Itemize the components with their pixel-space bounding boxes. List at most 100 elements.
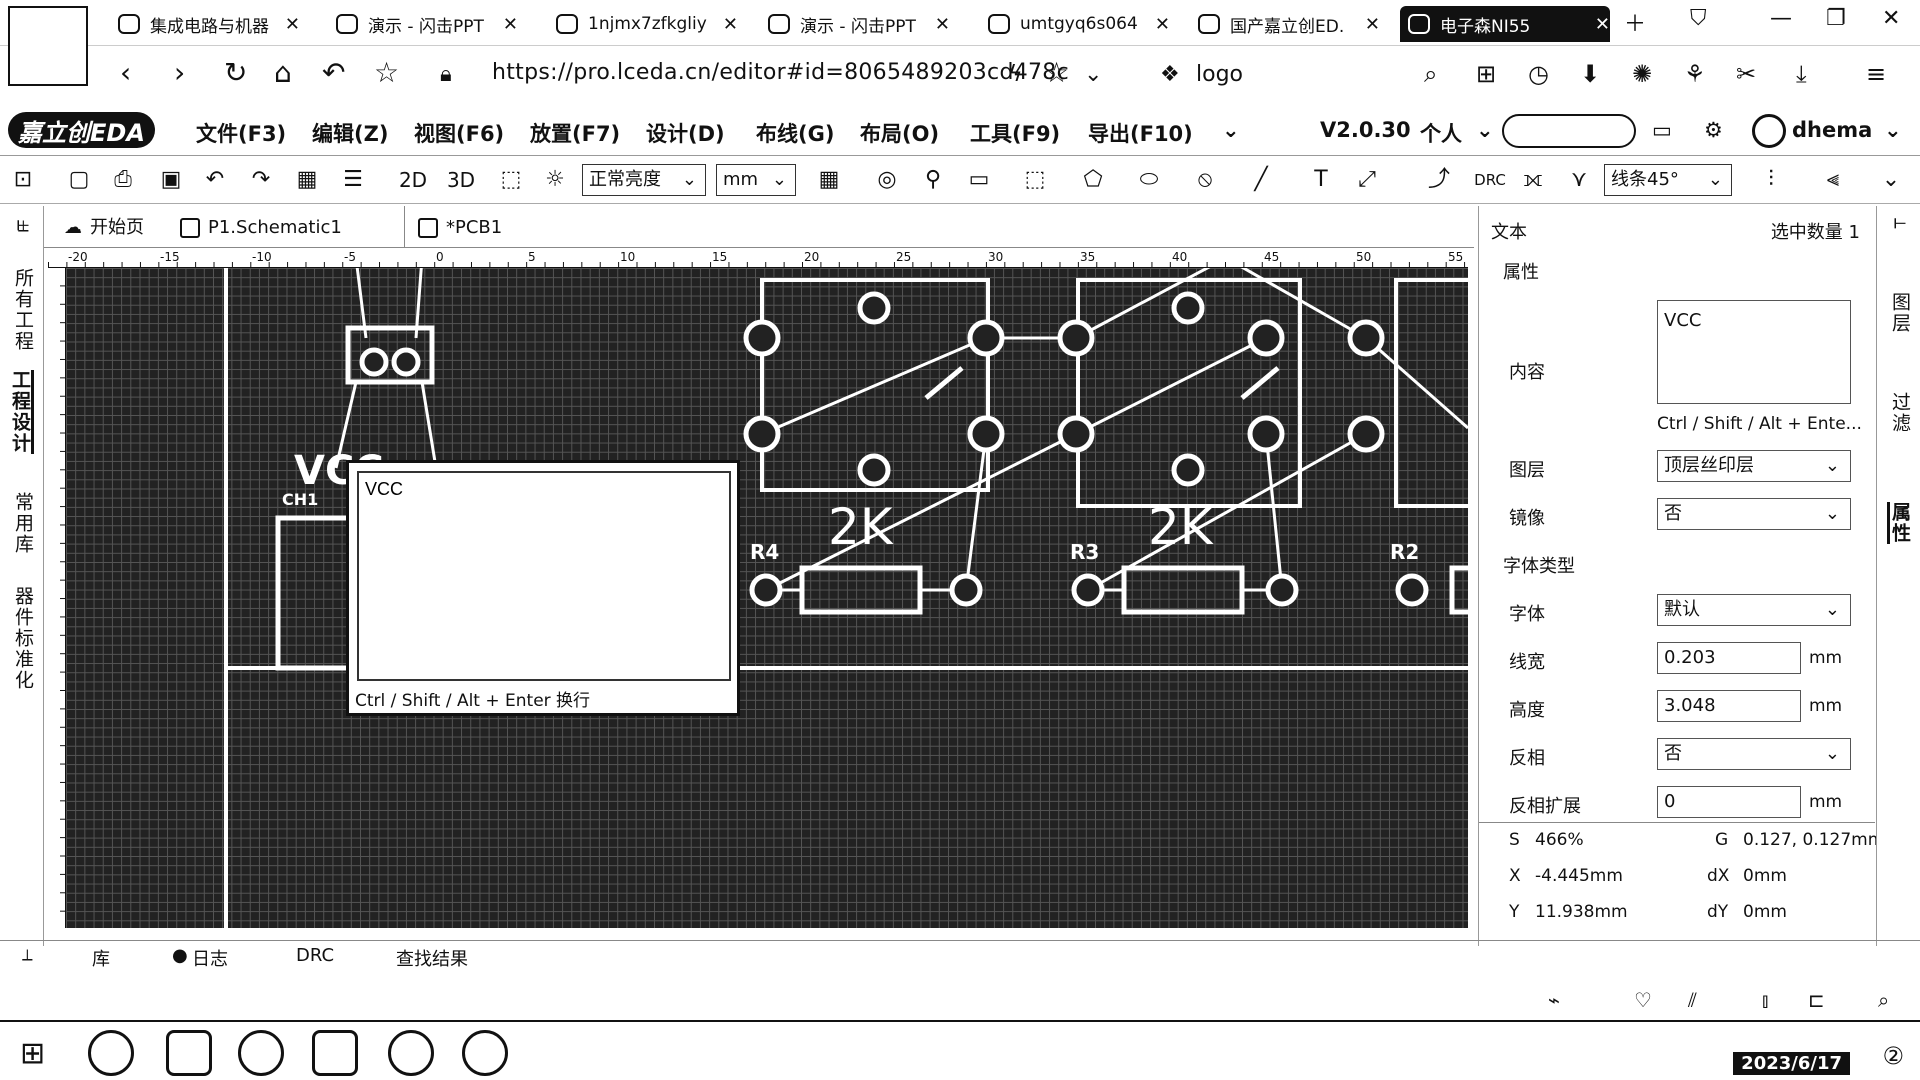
chevron-down-icon[interactable]: ⌄ [1876,166,1906,194]
close-icon[interactable]: ✕ [723,14,738,35]
save-icon[interactable]: ⎙ [108,166,138,194]
forward-icon[interactable]: › [174,56,185,89]
minimize-icon[interactable]: — [1770,6,1792,31]
menu-tools[interactable]: 工具(F9) [970,118,1060,148]
reload-icon[interactable]: ↻ [224,56,247,89]
view-2d-button[interactable]: 2D [398,166,428,194]
logo-search-text[interactable]: logo [1196,62,1243,87]
mirror-select[interactable]: 否 ⌄ [1657,498,1851,530]
user-avatar[interactable] [1752,114,1786,148]
sidebar-item-properties[interactable]: 属性 [1887,502,1911,544]
pad-icon[interactable]: ◎ [872,166,902,194]
sidebar-item-all-projects[interactable]: 所有工程 [10,268,34,352]
chevron-down-icon[interactable]: ⌄ [1084,62,1102,87]
tab-library[interactable]: 库 [92,945,110,971]
app-brand[interactable]: 嘉立创EDA [8,112,155,148]
tab-find-results[interactable]: 查找结果 [396,945,468,971]
polygon-icon[interactable]: ⬠ [1078,166,1108,194]
align-icon[interactable]: ⫶ [1756,166,1786,194]
shirt-icon[interactable]: ⛉ [1690,6,1707,31]
restore-icon[interactable]: ❐ [1826,6,1846,31]
redo-icon[interactable]: ↷ [246,166,276,194]
menu-more-icon[interactable]: ⌄ [1222,118,1240,142]
no-entry-icon[interactable]: ⦸ [1190,166,1220,194]
grid-icon[interactable]: ▦ [814,166,844,194]
linewidth-input[interactable]: 0.203 [1657,642,1801,674]
menu-place[interactable]: 放置(F7) [530,118,620,148]
app-icon[interactable] [166,1030,212,1076]
height-input[interactable]: 3.048 [1657,690,1801,722]
list-icon[interactable]: ☰ [338,166,368,194]
tab-drc[interactable]: DRC [296,945,334,966]
tab-schematic[interactable]: P1.Schematic1 [180,212,342,244]
sidebar-item-standardize[interactable]: 器件标准化 [10,586,34,691]
download-icon[interactable]: ⬇ [1580,60,1600,88]
pin-icon[interactable]: ⟂ [18,216,29,236]
route-icon[interactable]: ⤴ [1424,166,1454,194]
browser-tab-4[interactable]: 演示 - 闪击PPT ✕ [760,6,950,42]
app-icon[interactable] [388,1030,434,1076]
search-pill[interactable] [1502,114,1636,148]
pin-icon[interactable]: ⟂ [1887,218,1911,231]
layer-select[interactable]: 顶层丝印层 ⌄ [1657,450,1851,482]
sidebar-item-project-design[interactable]: 工程设计 [9,370,34,454]
line-icon[interactable]: ╱ [1246,166,1276,194]
history-icon[interactable]: ◷ [1528,60,1549,88]
lightning-icon[interactable]: ϟ [1008,62,1023,87]
close-icon[interactable]: ✕ [935,14,950,35]
unit-select[interactable]: mm ⌄ [716,164,796,196]
sidebar-item-common-lib[interactable]: 常用库 [10,492,34,555]
undo-nav-icon[interactable]: ↶ [322,56,345,89]
view-3d-button[interactable]: 3D [446,166,476,194]
diff-route-icon[interactable]: ⋎ [1564,166,1594,194]
distribute-icon[interactable]: ⫷ [1818,166,1848,194]
tab-log[interactable]: 日志 [192,945,228,971]
close-window-icon[interactable]: ✕ [1882,6,1900,31]
menu-design[interactable]: 设计(D) [646,118,725,148]
new-file-icon[interactable]: ▢ [64,166,94,194]
menu-view[interactable]: 视图(F6) [414,118,504,148]
menu-layout[interactable]: 布局(O) [860,118,939,148]
undo-icon[interactable]: ↶ [200,166,230,194]
text-edit-input[interactable]: VCC [357,471,731,681]
menu-icon[interactable]: ≡ [1866,60,1886,88]
region-icon[interactable]: ⬚ [1020,166,1050,194]
tab-start[interactable]: ☁ 开始页 [64,212,144,244]
search-app-icon[interactable] [462,1030,508,1076]
bookmark-icon[interactable]: ☆ [1044,56,1069,89]
menu-export[interactable]: 导出(F10) [1088,118,1193,148]
chevron-down-icon[interactable]: ⌄ [1476,118,1494,142]
ellipse-icon[interactable]: ⬭ [1134,166,1164,194]
route-angle-select[interactable]: 线条45° ⌄ [1604,164,1732,196]
app-icon[interactable] [238,1030,284,1076]
font-select[interactable]: 默认 ⌄ [1657,594,1851,626]
rect-icon[interactable]: ▭ [964,166,994,194]
grid-view-icon[interactable]: ▦ [292,166,322,194]
browser-tab-6[interactable]: 国产嘉立创ED. ✕ [1190,6,1380,42]
menu-file[interactable]: 文件(F3) [196,118,286,148]
close-icon[interactable]: ✕ [503,14,518,35]
sidebar-item-layers[interactable]: 图层 [1887,292,1911,334]
tab-pcb[interactable]: *PCB1 [418,212,502,244]
user-mode[interactable]: 个人 [1420,118,1462,148]
brightness-icon[interactable]: ☼ [540,166,570,194]
search-icon[interactable]: ⌕ [1424,60,1437,88]
menu-edit[interactable]: 编辑(Z) [312,118,388,148]
browser-tab-active[interactable]: 电子森NI55 ✕ [1400,6,1610,42]
app-icon[interactable] [88,1030,134,1076]
text-icon[interactable]: T [1306,166,1336,194]
via-icon[interactable]: ⚲ [918,166,948,194]
pcb-canvas[interactable]: R4 R3 R2 2K 2K VCC CH1 [66,268,1468,928]
notification-icon[interactable]: ⚙ [1704,118,1723,142]
close-icon[interactable]: ✕ [285,14,300,35]
menu-route[interactable]: 布线(G) [756,118,834,148]
scissors-icon[interactable]: ✂ [1736,60,1756,88]
close-icon[interactable]: ✕ [1155,14,1170,35]
taskbar-date[interactable]: 2023/6/17 [1733,1052,1850,1075]
invert-select[interactable]: 否 ⌄ [1657,738,1851,770]
user-name[interactable]: dhema [1792,118,1872,142]
download-tray-icon[interactable]: ⤓ [1796,60,1807,88]
browser-tab-3[interactable]: 1njmx7zfkgliy ✕ [548,6,738,42]
single-route-icon[interactable]: ⟗ [1518,166,1548,194]
sidebar-item-filter[interactable]: 过滤 [1887,392,1911,434]
